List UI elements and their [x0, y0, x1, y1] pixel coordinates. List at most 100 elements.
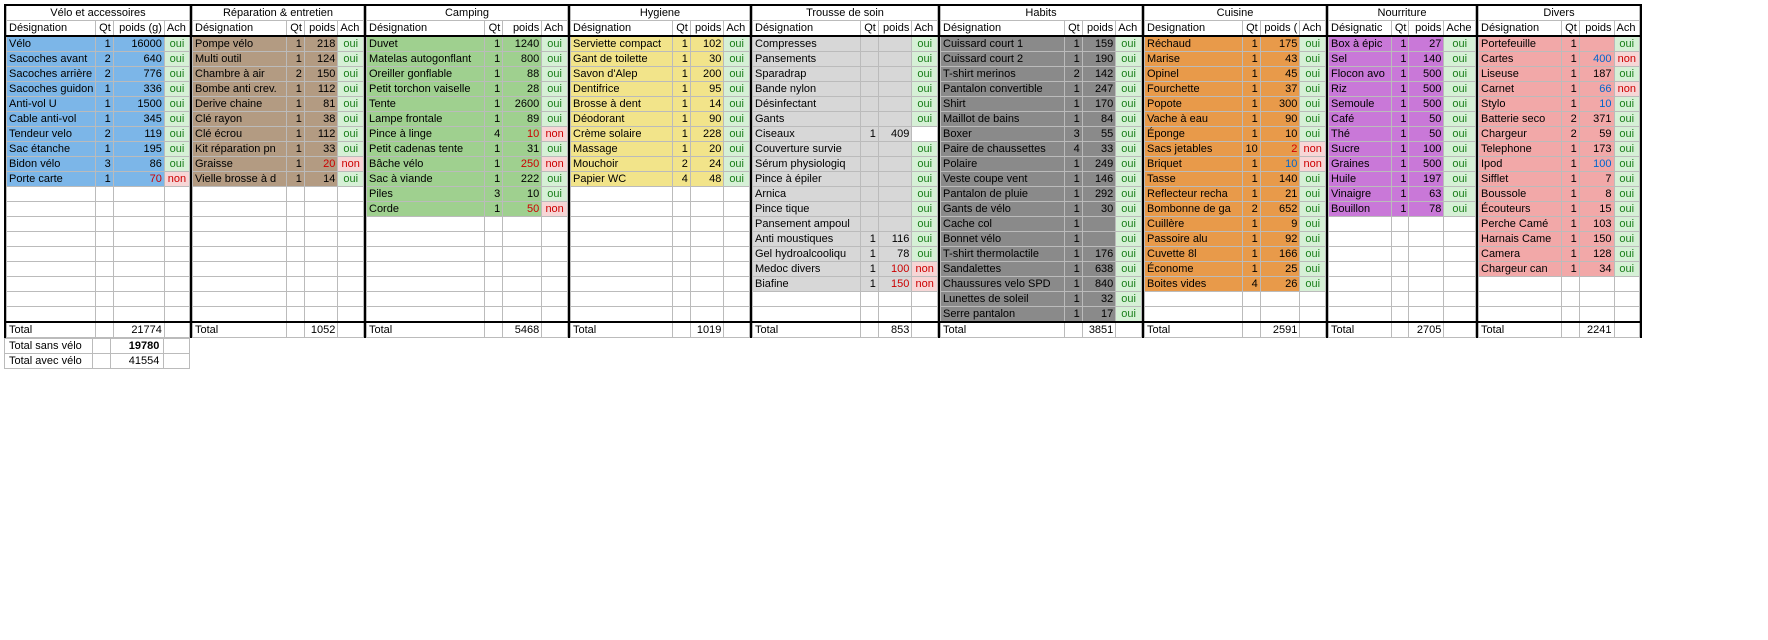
cell-ach[interactable]: oui [1444, 82, 1476, 97]
cell-poids[interactable]: 86 [113, 157, 164, 172]
cell-qt[interactable]: 1 [1064, 112, 1082, 127]
cell-designation[interactable]: Box à épic [1329, 36, 1392, 52]
cell-poids[interactable] [878, 202, 912, 217]
cell-poids[interactable]: 228 [690, 127, 724, 142]
cell-ach[interactable]: oui [1300, 187, 1326, 202]
cell-designation[interactable]: Matelas autogonflant [367, 52, 485, 67]
cell-poids[interactable]: 175 [1260, 36, 1300, 52]
cell-ach[interactable]: oui [1614, 217, 1639, 232]
cell-designation[interactable]: Sérum physiologiq [753, 157, 861, 172]
cell-qt[interactable]: 1 [673, 82, 691, 97]
cell-qt[interactable]: 1 [1064, 97, 1082, 112]
cell-ach[interactable]: oui [1116, 307, 1142, 323]
cell-designation[interactable]: Bouillon [1329, 202, 1392, 217]
cell-poids[interactable] [878, 97, 912, 112]
cell-poids[interactable]: 59 [1579, 127, 1614, 142]
cell-ach[interactable]: oui [912, 112, 938, 127]
cell-ach[interactable]: oui [1116, 187, 1142, 202]
cell-poids[interactable]: 48 [690, 172, 724, 187]
cell-ach[interactable]: oui [1300, 36, 1326, 52]
cell-ach[interactable]: oui [1300, 112, 1326, 127]
cell-designation[interactable]: Multi outil [193, 52, 287, 67]
cell-ach[interactable]: oui [338, 112, 364, 127]
cell-ach[interactable]: oui [1614, 187, 1639, 202]
cell-qt[interactable] [861, 187, 879, 202]
cell-designation[interactable]: Tente [367, 97, 485, 112]
cell-qt[interactable]: 1 [1064, 247, 1082, 262]
cell-designation[interactable]: Pince tique [753, 202, 861, 217]
cell-ach[interactable]: oui [1444, 202, 1476, 217]
cell-poids[interactable]: 21 [1260, 187, 1300, 202]
cell-qt[interactable]: 2 [96, 52, 113, 67]
cell-designation[interactable]: Papier WC [571, 172, 673, 187]
cell-qt[interactable]: 1 [485, 172, 503, 187]
cell-poids[interactable]: 500 [1409, 82, 1444, 97]
cell-designation[interactable]: Gant de toilette [571, 52, 673, 67]
cell-poids[interactable] [878, 217, 912, 232]
cell-poids[interactable] [1082, 232, 1116, 247]
cell-designation[interactable]: Pansement ampoul [753, 217, 861, 232]
cell-designation[interactable]: Batterie seco [1479, 112, 1562, 127]
cell-qt[interactable]: 1 [1242, 52, 1260, 67]
cell-qt[interactable]: 1 [861, 247, 879, 262]
cell-qt[interactable]: 1 [485, 97, 503, 112]
cell-qt[interactable]: 1 [1064, 202, 1082, 217]
cell-ach[interactable]: oui [912, 97, 938, 112]
cell-designation[interactable]: Dentifrice [571, 82, 673, 97]
cell-poids[interactable]: 500 [1409, 67, 1444, 82]
cell-qt[interactable] [861, 52, 879, 67]
cell-poids[interactable]: 100 [1409, 142, 1444, 157]
cell-ach[interactable]: oui [1116, 36, 1142, 52]
cell-designation[interactable]: Savon d'Alep [571, 67, 673, 82]
cell-qt[interactable]: 1 [1242, 217, 1260, 232]
cell-ach[interactable]: oui [912, 157, 938, 172]
cell-poids[interactable]: 78 [878, 247, 912, 262]
cell-designation[interactable]: Éponge [1145, 127, 1243, 142]
cell-ach[interactable]: oui [1116, 232, 1142, 247]
cell-designation[interactable]: Huile [1329, 172, 1392, 187]
cell-designation[interactable]: Telephone [1479, 142, 1562, 157]
cell-qt[interactable]: 2 [287, 67, 305, 82]
cell-designation[interactable]: Bâche vélo [367, 157, 485, 172]
cell-qt[interactable]: 2 [1562, 127, 1580, 142]
cell-qt[interactable]: 1 [1064, 157, 1082, 172]
cell-poids[interactable]: 2 [1260, 142, 1300, 157]
cell-designation[interactable]: Graisse [193, 157, 287, 172]
cell-qt[interactable] [861, 67, 879, 82]
cell-designation[interactable]: Polaire [941, 157, 1065, 172]
cell-qt[interactable]: 1 [673, 36, 691, 52]
cell-poids[interactable]: 30 [690, 52, 724, 67]
cell-poids[interactable]: 1240 [503, 36, 542, 52]
cell-qt[interactable]: 1 [1242, 247, 1260, 262]
cell-poids[interactable]: 371 [1579, 112, 1614, 127]
cell-ach[interactable]: oui [912, 232, 938, 247]
cell-designation[interactable]: Sacoches avant [7, 52, 96, 67]
cell-ach[interactable]: oui [1116, 157, 1142, 172]
cell-designation[interactable]: Riz [1329, 82, 1392, 97]
cell-qt[interactable]: 1 [96, 142, 113, 157]
cell-designation[interactable]: Serre pantalon [941, 307, 1065, 323]
cell-designation[interactable]: Boussole [1479, 187, 1562, 202]
cell-qt[interactable]: 1 [1391, 36, 1409, 52]
cell-ach[interactable]: oui [542, 82, 568, 97]
cell-designation[interactable]: Tasse [1145, 172, 1243, 187]
cell-ach[interactable]: oui [1614, 157, 1639, 172]
cell-poids[interactable]: 50 [1409, 127, 1444, 142]
cell-designation[interactable]: Bande nylon [753, 82, 861, 97]
cell-poids[interactable]: 88 [503, 67, 542, 82]
cell-designation[interactable]: Couverture survie [753, 142, 861, 157]
cell-designation[interactable]: Café [1329, 112, 1392, 127]
cell-poids[interactable]: 81 [304, 97, 337, 112]
cell-qt[interactable]: 1 [1562, 82, 1580, 97]
cell-poids[interactable]: 15 [1579, 202, 1614, 217]
cell-designation[interactable]: Ciseaux [753, 127, 861, 142]
cell-qt[interactable]: 1 [287, 112, 305, 127]
cell-ach[interactable]: non [1614, 52, 1639, 67]
cell-designation[interactable]: Pompe vélo [193, 36, 287, 52]
cell-poids[interactable]: 63 [1409, 187, 1444, 202]
cell-poids[interactable]: 38 [304, 112, 337, 127]
cell-designation[interactable]: Bombe anti crev. [193, 82, 287, 97]
cell-qt[interactable]: 1 [1064, 232, 1082, 247]
cell-ach[interactable]: non [912, 262, 938, 277]
cell-qt[interactable]: 1 [1391, 97, 1409, 112]
